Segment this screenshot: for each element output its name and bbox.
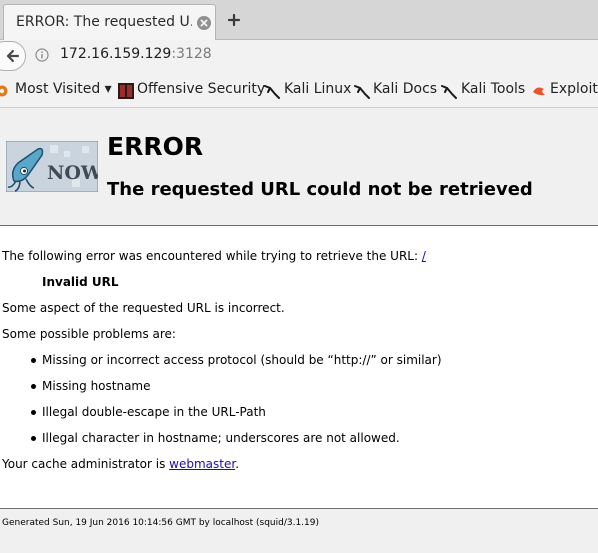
error-name: Invalid URL [42,275,119,289]
admin-prefix: Your cache administrator is [2,457,170,471]
webmaster-link[interactable]: webmaster [169,457,235,471]
tab-active[interactable]: ERROR: The requested U… [3,4,216,40]
kali-dragon-icon [264,85,280,99]
requested-url-link[interactable]: / [422,249,426,263]
squid-logo: NOW [6,141,98,192]
problem-item: Illegal double-escape in the URL-Path [42,405,266,419]
bookmark-exploit-db[interactable]: Exploit- [550,81,598,101]
bookmark-kali-tools[interactable]: Kali Tools [461,81,525,101]
offsec-icon [118,83,134,99]
admin-text: Your cache administrator is webmaster. [2,457,239,471]
url-port: :3128 [171,46,212,62]
bullet-icon [31,436,36,441]
error-subtitle: The requested URL could not be retrieved [107,179,533,200]
bookmark-most-visited[interactable]: Most Visited ▾ [15,81,112,101]
bookmark-kali-docs[interactable]: Kali Docs [373,81,437,101]
intro-label: The following error was encountered whil… [2,249,422,263]
bullet-icon [31,384,36,389]
problem-item: Missing hostname [42,379,151,393]
close-icon[interactable] [197,16,211,30]
logo-text: NOW [47,162,98,184]
problem-item: Missing or incorrect access protocol (sh… [42,353,442,367]
admin-suffix: . [235,457,240,471]
exploit-db-icon [533,87,545,96]
bookmark-offensive-security[interactable]: Offensive Security [137,81,265,101]
footer-generated: Generated Sun, 19 Jun 2016 10:14:56 GMT … [2,518,319,528]
bullet-icon [31,410,36,415]
problems-heading: Some possible problems are: [2,327,176,341]
bookmark-kali-linux[interactable]: Kali Linux [284,81,351,101]
footer [0,509,598,553]
kali-dragon-icon [441,85,457,99]
bullet-icon [31,358,36,363]
problem-item: Illegal character in hostname; underscor… [42,431,400,445]
url-host: 172.16.159.129 [60,46,172,62]
kali-dragon-icon [354,85,370,99]
intro-text: The following error was encountered whil… [2,249,426,263]
address-bar[interactable]: 172.16.159.129:3128 [60,46,212,62]
new-tab-icon[interactable] [226,12,242,28]
back-arrow-icon [6,49,20,63]
error-description: Some aspect of the requested URL is inco… [2,301,285,315]
site-info-icon[interactable] [35,48,49,62]
tab-title: ERROR: The requested U… [16,14,192,30]
error-title: ERROR [107,132,204,161]
gear-icon [0,85,8,97]
